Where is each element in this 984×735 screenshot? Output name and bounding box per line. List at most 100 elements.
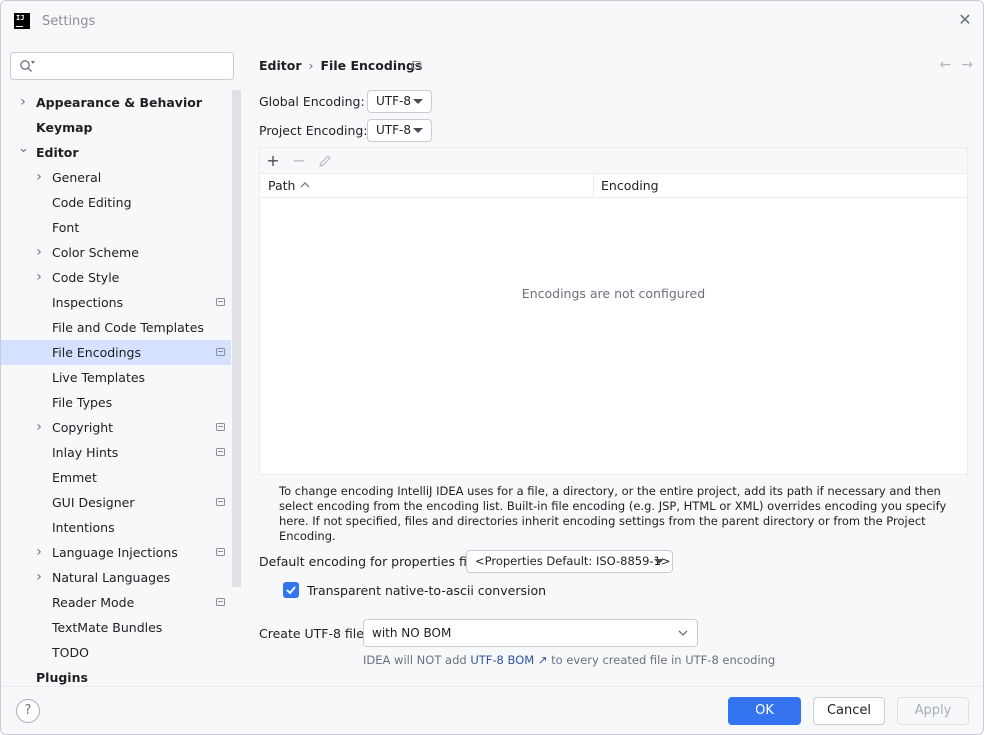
sidebar-item-label: TODO [52,645,89,660]
edit-icon[interactable] [315,151,335,171]
native-to-ascii-checkbox[interactable] [283,582,299,598]
dialog-button-bar: ? OK Cancel Apply [1,686,983,734]
arrow-right-icon[interactable]: → [961,57,973,73]
sidebar-item-label: Language Injections [52,545,178,560]
sidebar-item-color-scheme[interactable]: › Color Scheme [1,240,231,265]
sidebar-item-emmet[interactable]: Emmet [1,465,231,490]
chevron-right-icon[interactable]: › [34,540,44,565]
create-utf8-select[interactable]: with NO BOM [363,619,698,647]
sidebar-item-label: Live Templates [52,370,146,385]
utf8-hint-before: IDEA will NOT add [363,653,471,667]
sidebar-item-label: TextMate Bundles [52,620,163,635]
sidebar-item-language-injections[interactable]: › Language Injections [1,540,231,565]
sidebar-item-reader-mode[interactable]: Reader Mode [1,590,231,615]
project-encoding-select[interactable]: UTF-8 [367,119,432,142]
settings-window: IJ Settings ✕ › Appearance & Behavior Keym… [0,0,984,735]
column-header-path[interactable]: Path [268,174,295,198]
search-field[interactable] [10,52,234,80]
table-empty-text: Encodings are not configured [521,286,706,301]
column-header-encoding[interactable]: Encoding [601,174,659,198]
plus-icon[interactable]: + [263,151,283,171]
sidebar-item-editor[interactable]: ⌄ Editor [1,140,231,165]
sidebar-item-code-style[interactable]: › Code Style [1,265,231,290]
help-button[interactable]: ? [16,699,40,723]
utf8-bom-link[interactable]: UTF-8 BOM ↗ [470,653,547,667]
sidebar-item-label: Copyright [52,420,114,435]
ok-button[interactable]: OK [728,697,801,725]
pin-icon [216,298,225,306]
pin-icon [216,548,225,556]
chevron-right-icon[interactable]: › [34,240,44,265]
sidebar-item-label: Font [52,220,80,235]
native-to-ascii-label[interactable]: Transparent native-to-ascii conversion [307,583,546,598]
breadcrumb-separator-icon: › [308,58,314,73]
properties-encoding-select[interactable]: <Properties Default: ISO-8859-1> [466,550,673,573]
app-logo-icon: IJ [14,13,30,29]
app-logo-text: IJ [16,14,25,22]
create-utf8-value: with NO BOM [372,626,452,640]
sidebar-item-keymap[interactable]: Keymap [1,115,231,140]
cancel-button[interactable]: Cancel [813,697,885,725]
sidebar-item-gui-designer[interactable]: GUI Designer [1,490,231,515]
sidebar-item-file-encodings[interactable]: File Encodings [1,340,231,365]
project-encoding-label: Project Encoding: [259,123,368,138]
sidebar-item-textmate-bundles[interactable]: TextMate Bundles [1,615,231,640]
sidebar-item-todo[interactable]: TODO [1,640,231,665]
breadcrumb-parent[interactable]: Editor [259,58,302,73]
sidebar-item-label: File Encodings [52,345,142,360]
sort-ascending-icon [300,182,310,188]
chevron-down-icon [413,128,423,133]
sidebar-item-general[interactable]: › General [1,165,231,190]
utf8-hint-after: to every created file in UTF-8 encoding [547,653,776,667]
chevron-right-icon[interactable]: › [34,565,44,590]
sidebar-item-code-editing[interactable]: Code Editing [1,190,231,215]
create-utf8-label: Create UTF-8 files: [259,626,375,641]
breadcrumb-current: File Encodings [320,58,423,73]
sidebar-item-font[interactable]: Font [1,215,231,240]
properties-encoding-value: <Properties Default: ISO-8859-1> [475,554,671,568]
sidebar-item-label: File and Code Templates [52,320,204,335]
sidebar-item-label: Reader Mode [52,595,135,610]
sidebar-scrollbar[interactable] [232,90,241,587]
sidebar-item-label: Code Style [52,270,120,285]
checkmark-icon [286,586,296,595]
global-encoding-label: Global Encoding: [259,94,365,109]
column-header-encoding-label: Encoding [601,178,659,193]
sidebar-item-label: Appearance & Behavior [36,95,202,110]
chevron-right-icon[interactable]: › [34,265,44,290]
sidebar-item-intentions[interactable]: Intentions [1,515,231,540]
sidebar-item-appearance-behavior[interactable]: › Appearance & Behavior [1,90,231,115]
minus-icon[interactable]: − [289,151,309,171]
sidebar-item-label: Keymap [36,120,93,135]
sidebar-item-label: General [52,170,102,185]
utf8-bom-hint: IDEA will NOT add UTF-8 BOM ↗ to every c… [363,653,775,667]
sidebar-item-inspections[interactable]: Inspections [1,290,231,315]
sidebar-item-label: Emmet [52,470,97,485]
chevron-down-icon[interactable]: ⌄ [18,140,29,165]
apply-button[interactable]: Apply [897,697,969,725]
navigation-arrows: ← → [930,57,973,73]
sidebar-item-file-types[interactable]: File Types [1,390,231,415]
sidebar-item-live-templates[interactable]: Live Templates [1,365,231,390]
search-dropdown-icon[interactable] [31,61,35,64]
chevron-right-icon[interactable]: › [34,165,44,190]
close-icon[interactable]: ✕ [957,12,973,28]
chevron-right-icon[interactable]: › [18,90,28,115]
sidebar-item-inlay-hints[interactable]: Inlay Hints [1,440,231,465]
pin-icon [216,448,225,456]
sidebar-item-label: Color Scheme [52,245,139,260]
global-encoding-select[interactable]: UTF-8 [367,90,432,113]
sidebar-item-label: Editor [36,145,79,160]
sidebar-item-copyright[interactable]: › Copyright [1,415,231,440]
column-divider[interactable] [593,174,594,198]
sidebar-item-label: Natural Languages [52,570,171,585]
arrow-left-icon[interactable]: ← [940,57,952,73]
search-input[interactable] [41,56,226,76]
pin-icon [216,348,225,356]
sidebar-item-label: Inspections [52,295,124,310]
settings-tree: › Appearance & Behavior Keymap ⌄ Editor › Gene… [1,90,231,690]
sidebar-item-file-and-code-templates[interactable]: File and Code Templates [1,315,231,340]
window-title: Settings [42,14,96,29]
chevron-right-icon[interactable]: › [34,415,44,440]
sidebar-item-natural-languages[interactable]: › Natural Languages [1,565,231,590]
